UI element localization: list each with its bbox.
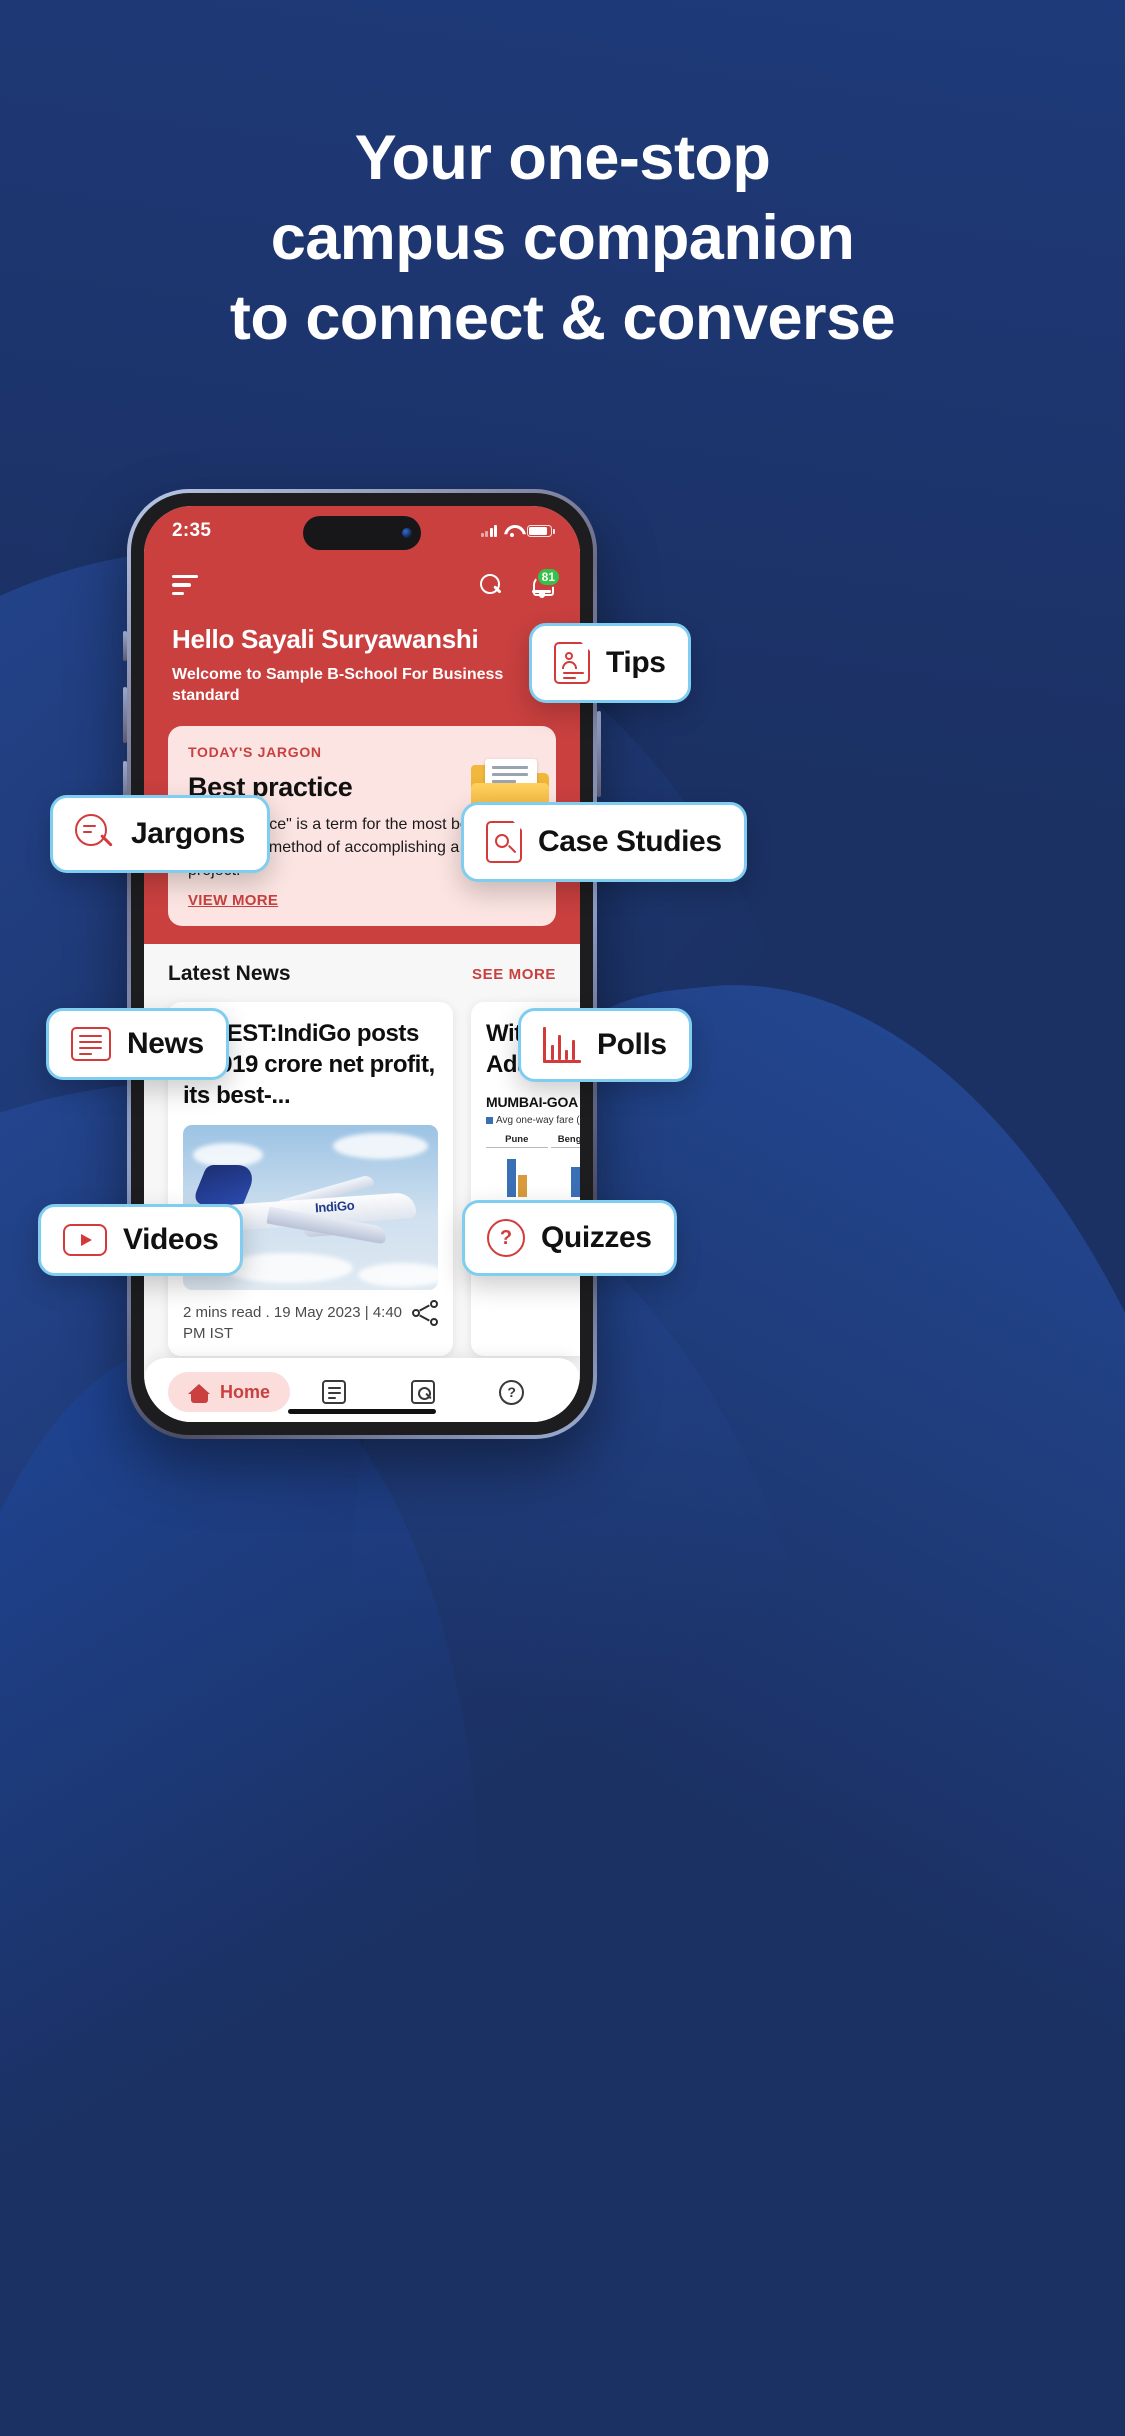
headline-line-3: to connect & converse [229, 283, 896, 353]
legend-item: Avg one-way fare (February 6-12) [486, 1115, 580, 1126]
search-icon[interactable] [480, 573, 503, 597]
hamburger-menu-icon[interactable] [172, 574, 198, 596]
share-icon[interactable] [412, 1300, 438, 1326]
chart-title: MUMBAI-GOA SEES SHARPEST RISE [486, 1094, 580, 1110]
front-camera-icon [402, 528, 412, 538]
tips-document-icon [554, 641, 591, 684]
headline-line-2: campus companion [270, 203, 855, 273]
notifications-button[interactable]: 81 [531, 566, 561, 598]
greeting-block: Hello Sayali Suryawanshi Welcome to Samp… [144, 610, 580, 706]
news-card-footer: 2 mins read . 19 May 2023 | 4:40 PM IST [183, 1290, 438, 1344]
document-icon [322, 1380, 347, 1404]
phone-screen: 2:35 81 Hello Sayali Suryawanshi Welcome… [144, 506, 580, 1422]
feature-pill-label: Videos [123, 1223, 219, 1256]
news-section-header: Latest News SEE MORE [168, 962, 556, 986]
feature-pill-label: News [127, 1027, 204, 1060]
nav-item-articles[interactable] [290, 1380, 379, 1404]
feature-pill-label: Tips [606, 646, 666, 679]
app-nav-row: 81 [144, 556, 580, 610]
quiz-icon: ? [499, 1379, 525, 1405]
polls-bar-chart-icon [543, 1027, 581, 1063]
chart-bars [551, 1151, 580, 1197]
feature-pill-polls[interactable]: Polls [518, 1008, 692, 1082]
phone-silent-switch [123, 631, 127, 661]
feature-pill-label: Polls [597, 1028, 667, 1061]
notification-count-badge: 81 [535, 566, 561, 587]
feature-pill-case-studies[interactable]: Case Studies [461, 802, 747, 882]
bell-clapper [538, 592, 545, 598]
cellular-signal-icon [480, 525, 497, 537]
airplane-tail [190, 1165, 260, 1205]
dynamic-island [303, 516, 421, 550]
wifi-icon [504, 525, 520, 537]
headline-line-1: Your one-stop [354, 123, 771, 193]
legend-label: Avg one-way fare (February 6-12) [496, 1115, 580, 1126]
phone-volume-up-button [123, 687, 127, 743]
phone-frame: 2:35 81 Hello Sayali Suryawanshi Welcome… [123, 489, 601, 1439]
latest-news-section: Latest News SEE MORE LATEST:IndiGo posts… [144, 944, 580, 1356]
home-icon [188, 1381, 211, 1403]
nav-actions: 81 [480, 566, 561, 598]
greeting-title: Hello Sayali Suryawanshi [172, 624, 479, 654]
nav-item-case-studies[interactable] [379, 1380, 468, 1404]
feature-pill-quizzes[interactable]: ? Quizzes [462, 1200, 677, 1276]
nav-item-quizzes[interactable]: ? [467, 1379, 556, 1405]
jargon-search-icon [75, 814, 115, 854]
jargon-view-more-link[interactable]: VIEW MORE [188, 892, 278, 909]
feature-pill-videos[interactable]: Videos [38, 1204, 244, 1276]
news-card-meta: 2 mins read . 19 May 2023 | 4:40 PM IST [183, 1304, 403, 1342]
feature-pill-label: Quizzes [541, 1221, 652, 1254]
status-time: 2:35 [172, 520, 212, 541]
case-study-magnifier-icon [486, 820, 523, 863]
chart-legend: Avg one-way fare (February 6-12) Avg one… [486, 1115, 580, 1126]
news-section-title: Latest News [168, 962, 291, 985]
airline-brand-text: IndiGo [314, 1197, 355, 1216]
feature-pill-tips[interactable]: Tips [529, 623, 691, 703]
feature-pill-label: Case Studies [538, 825, 722, 858]
video-play-icon [63, 1224, 107, 1256]
case-study-icon [411, 1380, 435, 1404]
feature-pill-label: Jargons [131, 817, 245, 850]
promo-headline: Your one-stop campus companion to connec… [0, 118, 1125, 358]
chart-category-label: Bengaluru [550, 1134, 580, 1148]
status-bar: 2:35 [144, 506, 580, 556]
feature-pill-news[interactable]: News [46, 1008, 229, 1080]
nav-home-label: Home [220, 1381, 271, 1402]
chart-bars [486, 1151, 548, 1197]
home-indicator [288, 1409, 436, 1414]
greeting-subtitle: Welcome to Sample B-School For Business … [172, 666, 504, 704]
quiz-question-icon: ? [487, 1219, 525, 1257]
phone-bezel: 2:35 81 Hello Sayali Suryawanshi Welcome… [131, 493, 593, 1435]
nav-home-active-pill[interactable]: Home [168, 1372, 291, 1412]
news-lines-icon [71, 1027, 111, 1061]
feature-pill-jargons[interactable]: Jargons [50, 795, 270, 873]
phone-mockup: 2:35 81 Hello Sayali Suryawanshi Welcome… [123, 489, 601, 1439]
status-icons [480, 525, 555, 537]
battery-icon [527, 525, 555, 537]
chart-category-label: Pune [486, 1134, 548, 1148]
phone-power-button [597, 711, 601, 797]
news-see-more-link[interactable]: SEE MORE [472, 966, 556, 983]
nav-item-home[interactable]: Home [168, 1372, 291, 1412]
